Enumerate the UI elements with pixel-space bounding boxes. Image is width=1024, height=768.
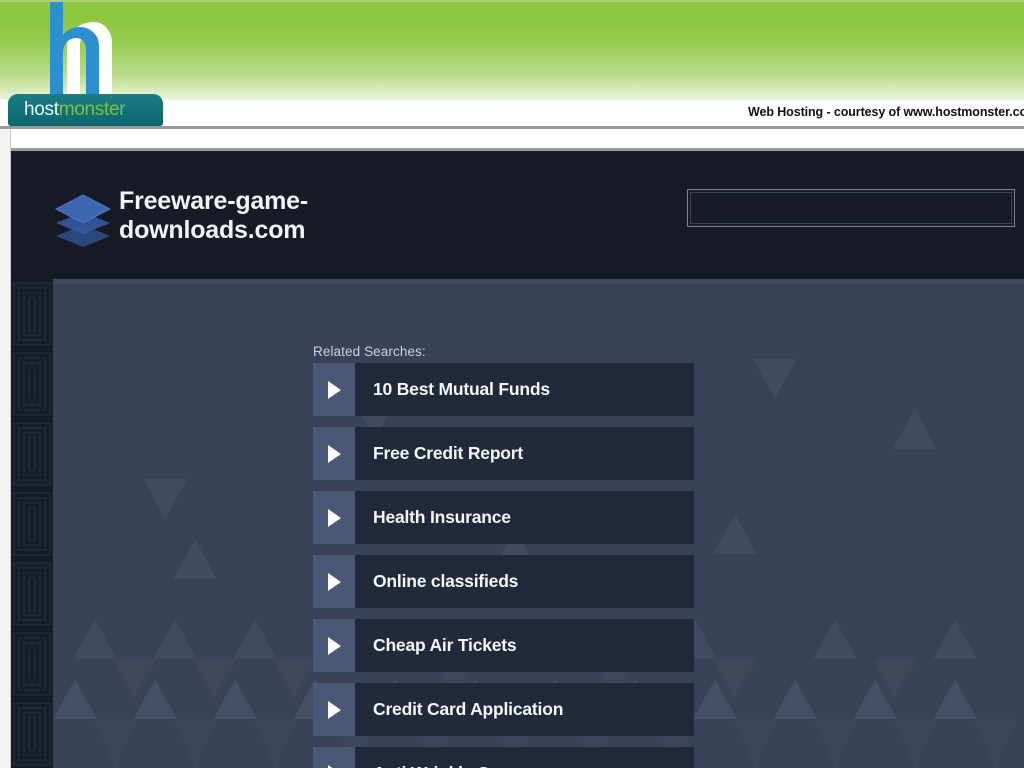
list-item-label: Cheap Air Tickets [373,635,517,655]
hostmonster-hm-logo-icon [42,2,128,100]
list-item-label: Health Insurance [373,507,511,527]
search-box[interactable] [687,189,1015,227]
maze-texture-strip [11,279,53,768]
courtesy-text: Web Hosting - courtesy of www.hostmonste… [748,105,1024,119]
play-triangle-icon [313,555,355,608]
play-triangle-icon [313,491,355,544]
list-item-label: Credit Card Application [373,699,564,719]
page-title: Freeware-game-downloads.com [119,187,308,244]
wordmark-host: host [24,99,59,120]
list-item-label: Anti Wrinkle Creams [373,763,540,768]
list-item[interactable]: Credit Card Application [313,683,694,736]
list-item-label: Online classifieds [373,571,519,591]
page-root: hostmonster Web Hosting - courtesy of ww… [0,0,1024,768]
related-searches-label: Related Searches: [313,344,426,359]
list-item-label: 10 Best Mutual Funds [373,379,550,399]
play-triangle-icon [313,363,355,416]
play-triangle-icon [313,427,355,480]
list-item[interactable]: Online classifieds [313,555,694,608]
search-input[interactable] [690,192,1012,224]
list-item-body[interactable]: 10 Best Mutual Funds [355,363,694,416]
list-item-label: Free Credit Report [373,443,524,463]
list-item-body[interactable]: Anti Wrinkle Creams [355,747,694,768]
list-item[interactable]: Anti Wrinkle Creams [313,747,694,768]
banner-top-line [0,0,1024,2]
list-item[interactable]: 10 Best Mutual Funds [313,363,694,416]
play-triangle-icon [313,747,355,768]
list-item-body[interactable]: Free Credit Report [355,427,694,480]
play-triangle-icon [313,619,355,672]
browser-left-gutter [0,129,11,768]
hostmonster-wordmark: hostmonster [24,99,126,121]
banner-underline [0,126,1024,129]
play-triangle-icon [313,683,355,736]
list-item-body[interactable]: Online classifieds [355,555,694,608]
wordmark-monster: monster [58,99,126,120]
list-item-body[interactable]: Credit Card Application [355,683,694,736]
site-header: Freeware-game-downloads.com [11,151,1024,279]
content-sheen [53,279,1024,284]
list-item-body[interactable]: Cheap Air Tickets [355,619,694,672]
parked-page: Freeware-game-downloads.com Related Sear… [11,148,1024,768]
hostmonster-banner [0,0,1024,100]
list-item[interactable]: Free Credit Report [313,427,694,480]
list-item[interactable]: Cheap Air Tickets [313,619,694,672]
stacked-layers-icon [52,185,114,247]
list-item[interactable]: Health Insurance [313,491,694,544]
list-item-body[interactable]: Health Insurance [355,491,694,544]
related-searches-list: 10 Best Mutual Funds Free Credit Report … [313,363,694,768]
hostmonster-logo-tab[interactable]: hostmonster [8,94,163,126]
